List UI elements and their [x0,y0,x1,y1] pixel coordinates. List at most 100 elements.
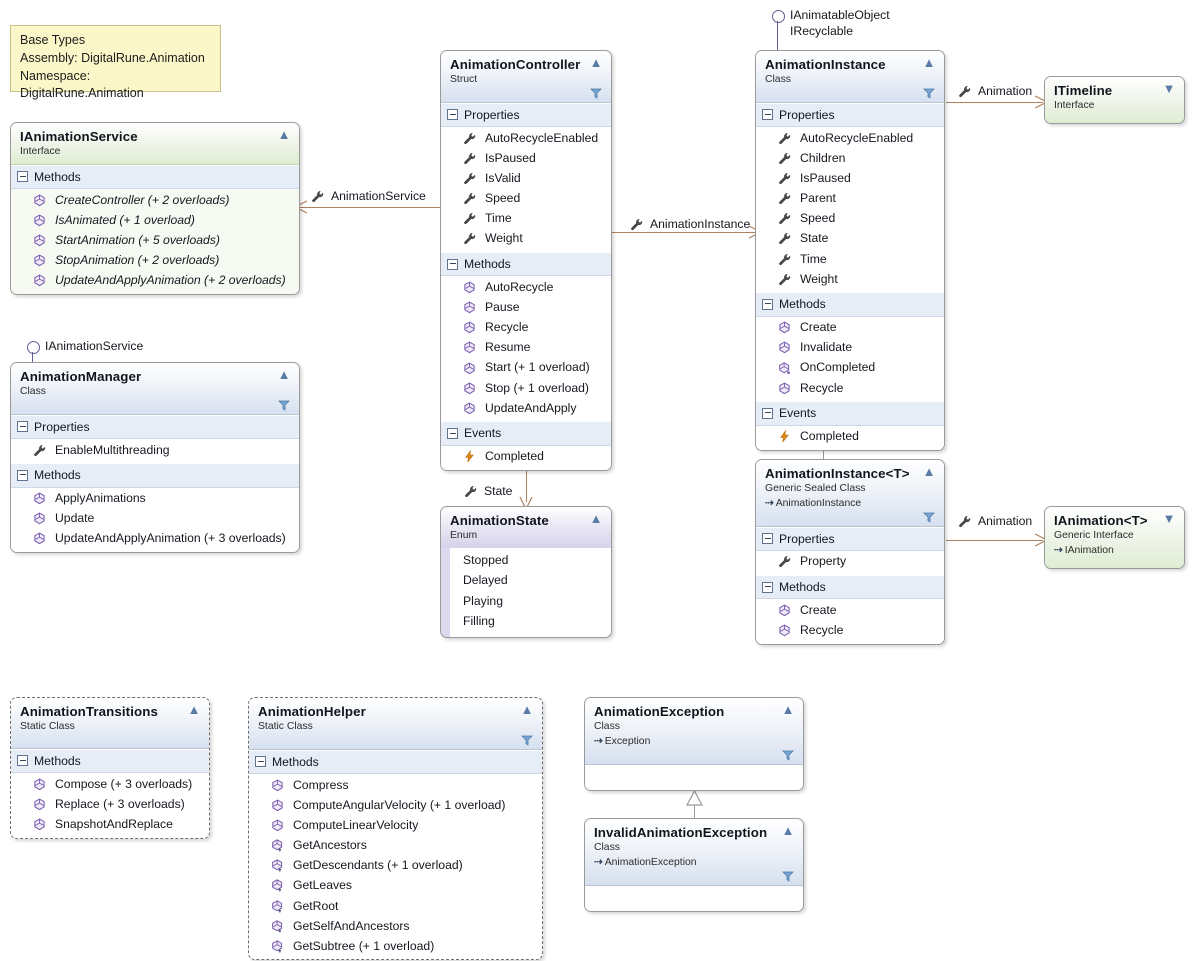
member-row[interactable]: ComputeLinearVelocity [249,815,542,835]
member-row[interactable]: State [756,229,944,249]
expander-icon[interactable] [762,407,773,419]
member-row[interactable]: AutoRecycleEnabled [756,128,944,148]
enum-value-row[interactable]: Filling [451,611,611,631]
member-row[interactable]: Replace (+ 3 overloads) [11,794,209,814]
compartment-header-methods[interactable]: Methods [756,292,944,317]
expander-icon[interactable] [762,109,773,121]
member-row[interactable]: GetAncestors [249,836,542,856]
shape-ianimationservice[interactable]: IAnimationService Interface ▲ Methods Cr… [10,122,300,295]
member-row[interactable]: Invalidate [756,338,944,358]
compartment-header-properties[interactable]: Properties [756,526,944,551]
filter-funnel-icon[interactable] [278,399,290,411]
compartment-header-methods[interactable]: Methods [11,748,209,774]
member-row[interactable]: GetLeaves [249,876,542,896]
enum-value-row[interactable]: Playing [451,591,611,611]
expander-icon[interactable] [17,171,28,183]
collapse-chevron-icon[interactable]: ▲ [781,824,795,837]
member-row[interactable]: Time [441,209,611,229]
shape-animationinstance[interactable]: AnimationInstance Class ▲ Properties Aut… [755,50,945,451]
member-row[interactable]: Resume [441,338,611,358]
member-row[interactable]: Update [11,509,299,529]
shape-animationmanager[interactable]: AnimationManager Class ▲ Properties Enab… [10,362,300,553]
member-row[interactable]: StopAnimation (+ 2 overloads) [11,251,299,271]
member-row[interactable]: GetSubtree (+ 1 overload) [249,936,542,956]
expander-icon[interactable] [17,755,28,767]
member-row[interactable]: Children [756,148,944,168]
compartment-header-properties[interactable]: Properties [441,102,611,128]
compartment-header-methods[interactable]: Methods [11,164,299,190]
member-row[interactable]: Parent [756,189,944,209]
shape-animationtransitions[interactable]: AnimationTransitions Static Class ▲ Meth… [10,697,210,839]
shape-itimeline[interactable]: ITimeline Interface ▼ [1044,76,1185,124]
member-row[interactable]: IsValid [441,168,611,188]
shape-animationstate[interactable]: AnimationState Enum ▲ Stopped Delayed Pl… [440,506,612,639]
member-row[interactable]: Property [756,552,944,572]
collapse-chevron-icon[interactable]: ▲ [589,56,603,69]
member-row[interactable]: Recycle [756,378,944,398]
member-row[interactable]: GetRoot [249,896,542,916]
shape-animationexception[interactable]: AnimationException Class ⇢ Exception ▲ [584,697,804,791]
member-row[interactable]: UpdateAndApply [441,398,611,418]
expander-icon[interactable] [762,581,773,593]
member-row[interactable]: ComputeAngularVelocity (+ 1 overload) [249,795,542,815]
collapse-chevron-icon[interactable]: ▲ [781,703,795,716]
member-row[interactable]: Speed [441,189,611,209]
member-row[interactable]: SnapshotAndReplace [11,814,209,834]
member-row[interactable]: UpdateAndApplyAnimation (+ 3 overloads) [11,529,299,549]
member-row[interactable]: Time [756,249,944,269]
member-row[interactable]: Completed [756,427,944,447]
member-row[interactable]: GetDescendants (+ 1 overload) [249,856,542,876]
collapse-chevron-icon[interactable]: ▲ [187,703,201,716]
member-row[interactable]: Speed [756,209,944,229]
filter-funnel-icon[interactable] [782,870,794,882]
filter-funnel-icon[interactable] [923,87,935,99]
member-row[interactable]: Weight [441,229,611,249]
member-row[interactable]: Start (+ 1 overload) [441,358,611,378]
member-row[interactable]: Compress [249,775,542,795]
member-row[interactable]: Recycle [756,620,944,640]
member-row[interactable]: IsPaused [756,168,944,188]
expander-icon[interactable] [762,298,773,310]
compartment-header-methods[interactable]: Methods [11,463,299,488]
member-row[interactable]: Create [756,318,944,338]
collapse-chevron-icon[interactable]: ▲ [922,465,936,478]
shape-animationcontroller[interactable]: AnimationController Struct ▲ Properties … [440,50,612,471]
member-row[interactable]: Weight [756,269,944,289]
member-row[interactable]: GetSelfAndAncestors [249,916,542,936]
collapse-chevron-icon[interactable]: ▲ [589,512,603,525]
member-row[interactable]: AutoRecycle [441,277,611,297]
compartment-header-methods[interactable]: Methods [249,749,542,775]
collapse-chevron-icon[interactable]: ▲ [520,703,534,716]
enum-value-row[interactable]: Stopped [451,551,611,571]
shape-ianimation-generic[interactable]: IAnimation<T> Generic Interface ⇢ IAnimat… [1044,506,1185,569]
member-row[interactable]: EnableMultithreading [11,440,299,460]
filter-funnel-icon[interactable] [590,87,602,99]
collapse-chevron-icon[interactable]: ▲ [277,128,291,141]
member-row[interactable]: Pause [441,297,611,317]
filter-funnel-icon[interactable] [782,749,794,761]
compartment-header-methods[interactable]: Methods [756,575,944,600]
compartment-header-events[interactable]: Events [756,401,944,426]
shape-animationhelper[interactable]: AnimationHelper Static Class ▲ Methods C… [248,697,543,961]
filter-funnel-icon[interactable] [521,734,533,746]
compartment-header-properties[interactable]: Properties [11,414,299,440]
compartment-header-methods[interactable]: Methods [441,252,611,277]
expander-icon[interactable] [762,533,773,545]
shape-invalidanimationexception[interactable]: InvalidAnimationException Class ⇢ Animati… [584,818,804,912]
expander-icon[interactable] [17,421,28,433]
filter-funnel-icon[interactable] [923,511,935,523]
member-row[interactable]: ApplyAnimations [11,489,299,509]
collapse-chevron-icon[interactable]: ▲ [277,368,291,381]
expander-icon[interactable] [17,469,28,481]
member-row[interactable]: AutoRecycleEnabled [441,128,611,148]
member-row[interactable]: Recycle [441,318,611,338]
collapse-chevron-icon[interactable]: ▲ [922,56,936,69]
expand-chevron-icon[interactable]: ▼ [1162,82,1176,95]
member-row[interactable]: OnCompleted [756,358,944,378]
member-row[interactable]: Completed [441,447,611,467]
member-row[interactable]: IsAnimated (+ 1 overload) [11,210,299,230]
member-row[interactable]: Compose (+ 3 overloads) [11,774,209,794]
expand-chevron-icon[interactable]: ▼ [1162,512,1176,525]
compartment-header-properties[interactable]: Properties [756,102,944,128]
expander-icon[interactable] [447,258,458,270]
